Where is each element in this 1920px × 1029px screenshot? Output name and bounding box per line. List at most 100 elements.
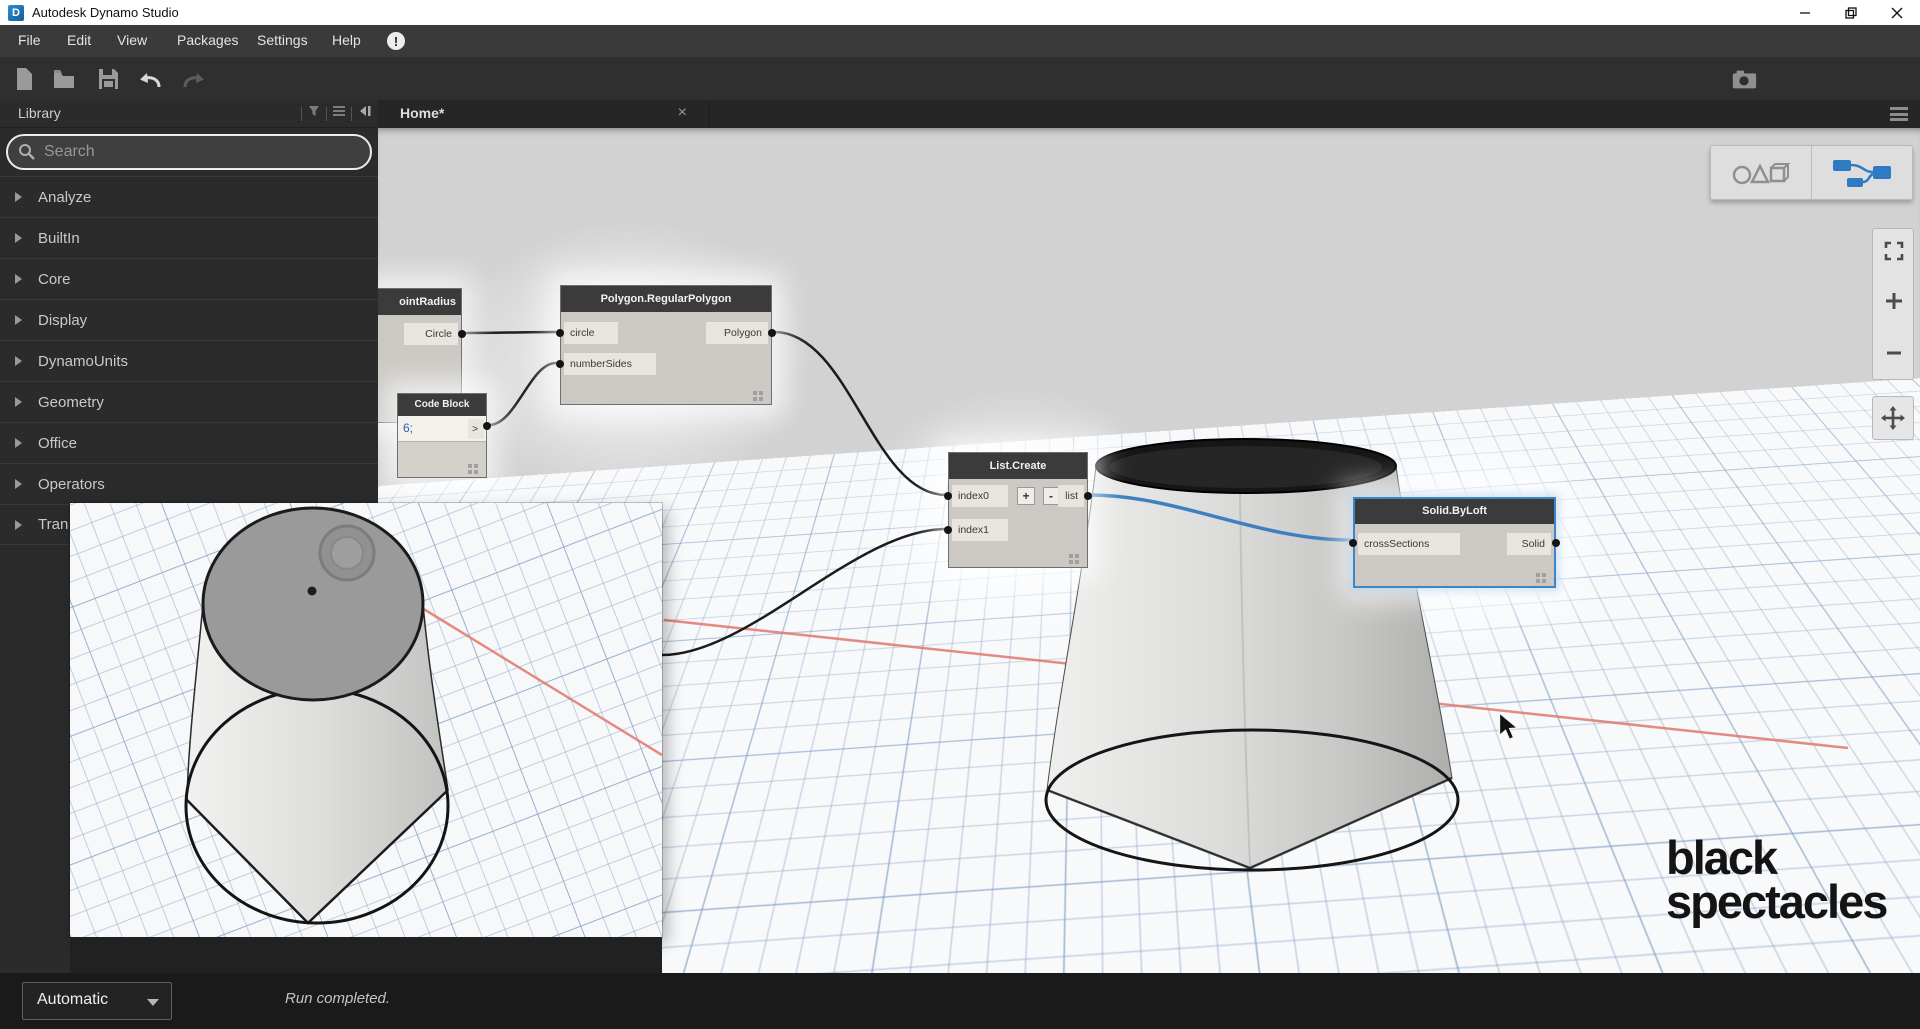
run-status-message: Run completed.	[285, 990, 390, 1007]
window-title: Autodesk Dynamo Studio	[32, 5, 179, 20]
node-view-button[interactable]	[1811, 146, 1912, 199]
menu-bar: File Edit View Packages Settings Help !	[0, 25, 1920, 57]
sidebar-item-operators[interactable]: Operators	[0, 463, 378, 504]
input-port-numbersides[interactable]: numberSides	[564, 353, 656, 375]
tab-bar: Home* ×	[378, 100, 1920, 128]
output-port-polygon[interactable]: Polygon	[706, 322, 768, 344]
port-dot[interactable]	[1349, 539, 1357, 547]
redo-icon	[181, 67, 207, 91]
preview-top-face	[203, 508, 423, 700]
workspace-menu-button[interactable]	[1890, 107, 1908, 121]
output-port-chevron[interactable]: >	[468, 419, 484, 439]
input-port-circle[interactable]: circle	[564, 322, 618, 344]
sidebar-item-analyze[interactable]: Analyze	[0, 176, 378, 217]
close-icon	[1891, 7, 1903, 19]
wire-circle-to-list-index1	[662, 529, 946, 655]
remove-input-button[interactable]: -	[1043, 487, 1059, 505]
port-dot[interactable]	[556, 329, 564, 337]
geometry-preview-popup	[70, 503, 662, 937]
node-solid-byloft[interactable]: Solid.ByLoft crossSections Solid	[1353, 497, 1556, 588]
mouse-cursor	[1498, 713, 1522, 743]
menu-file[interactable]: File	[18, 32, 41, 48]
restore-button[interactable]	[1828, 0, 1874, 25]
menu-edit[interactable]: Edit	[67, 32, 91, 48]
code-block-editor[interactable]: 6; >	[398, 416, 486, 442]
notifications-alert-icon[interactable]: !	[387, 32, 405, 50]
menu-view[interactable]: View	[117, 32, 147, 48]
sidebar-item-builtin[interactable]: BuiltIn	[0, 217, 378, 258]
menu-packages[interactable]: Packages	[177, 32, 238, 48]
sidebar-item-display[interactable]: Display	[0, 299, 378, 340]
node-title: Solid.ByLoft	[1355, 499, 1554, 524]
chevron-down-icon	[147, 999, 159, 1006]
minimize-button[interactable]	[1782, 0, 1828, 25]
lacing-icon[interactable]	[753, 391, 767, 401]
node-title: ointRadius	[378, 289, 461, 315]
node-polygon-regularpolygon[interactable]: Polygon.RegularPolygon circle numberSide…	[560, 285, 772, 405]
input-port-crosssections[interactable]: crossSections	[1358, 533, 1460, 555]
sidebar-item-dynamounits[interactable]: DynamoUnits	[0, 340, 378, 381]
lacing-icon[interactable]	[468, 464, 482, 474]
port-dot[interactable]	[768, 329, 776, 337]
redo-button[interactable]	[180, 65, 208, 93]
window-controls	[1782, 0, 1920, 25]
restore-icon	[1845, 7, 1857, 19]
port-dot[interactable]	[944, 492, 952, 500]
node-code-block[interactable]: Code Block 6; >	[397, 393, 487, 478]
add-input-button[interactable]: +	[1017, 487, 1035, 505]
expand-arrow-icon	[15, 479, 22, 489]
port-dot[interactable]	[1084, 492, 1092, 500]
geometry-view-icon	[1731, 158, 1791, 188]
library-header: Library	[0, 100, 378, 128]
expand-arrow-icon	[15, 315, 22, 325]
run-mode-value: Automatic	[37, 991, 108, 1009]
status-bar: Automatic Run completed.	[0, 973, 1920, 1029]
port-dot[interactable]	[483, 422, 491, 430]
port-dot[interactable]	[556, 360, 564, 368]
open-file-button[interactable]	[50, 65, 78, 93]
library-filter-button[interactable]	[307, 104, 321, 123]
undo-button[interactable]	[136, 65, 164, 93]
search-input[interactable]	[6, 134, 372, 170]
export-image-button[interactable]	[1730, 65, 1758, 93]
output-port-solid[interactable]: Solid	[1507, 533, 1551, 555]
library-collapse-button[interactable]	[357, 104, 372, 123]
wire-polygon-to-list	[774, 332, 946, 495]
lacing-icon[interactable]	[1536, 573, 1550, 583]
run-mode-dropdown[interactable]: Automatic	[22, 982, 172, 1020]
menu-settings[interactable]: Settings	[257, 32, 308, 48]
black-spectacles-watermark: black spectacles	[1666, 836, 1886, 924]
input-port-index1[interactable]: index1	[952, 519, 1008, 541]
new-file-button[interactable]	[10, 65, 38, 93]
output-port-list[interactable]: list	[1058, 485, 1084, 507]
library-list-view-button[interactable]	[332, 104, 346, 123]
collapse-panel-icon	[357, 104, 372, 118]
input-port-index0[interactable]: index0	[952, 485, 1008, 507]
lacing-icon[interactable]	[1069, 554, 1083, 564]
zoom-fit-button[interactable]	[1880, 237, 1908, 265]
save-button[interactable]	[94, 65, 122, 93]
tab-close-icon[interactable]: ×	[678, 103, 687, 123]
sidebar-item-office[interactable]: Office	[0, 422, 378, 463]
dynamo-logo-icon: D	[8, 5, 24, 21]
zoom-out-button[interactable]	[1880, 339, 1908, 367]
wire-codeblock-to-polygon	[489, 363, 556, 425]
output-port-circle[interactable]: Circle	[404, 323, 458, 345]
pan-icon	[1881, 406, 1905, 430]
port-dot[interactable]	[944, 526, 952, 534]
dynamo-studio-window: D Autodesk Dynamo Studio File Edit View …	[0, 0, 1920, 1029]
pan-button[interactable]	[1872, 396, 1914, 440]
node-list-create[interactable]: List.Create index0 index1 + - list	[948, 452, 1088, 568]
geometry-view-button[interactable]	[1711, 146, 1811, 199]
close-button[interactable]	[1874, 0, 1920, 25]
camera-icon	[1730, 66, 1758, 92]
filter-icon	[307, 104, 321, 118]
port-dot[interactable]	[458, 330, 466, 338]
port-dot[interactable]	[1552, 539, 1560, 547]
menu-help[interactable]: Help	[332, 32, 361, 48]
sidebar-item-core[interactable]: Core	[0, 258, 378, 299]
zoom-in-button[interactable]	[1880, 287, 1908, 315]
tab-home[interactable]: Home* ×	[378, 100, 710, 128]
sidebar-item-geometry[interactable]: Geometry	[0, 381, 378, 422]
code-text[interactable]: 6;	[403, 421, 413, 435]
